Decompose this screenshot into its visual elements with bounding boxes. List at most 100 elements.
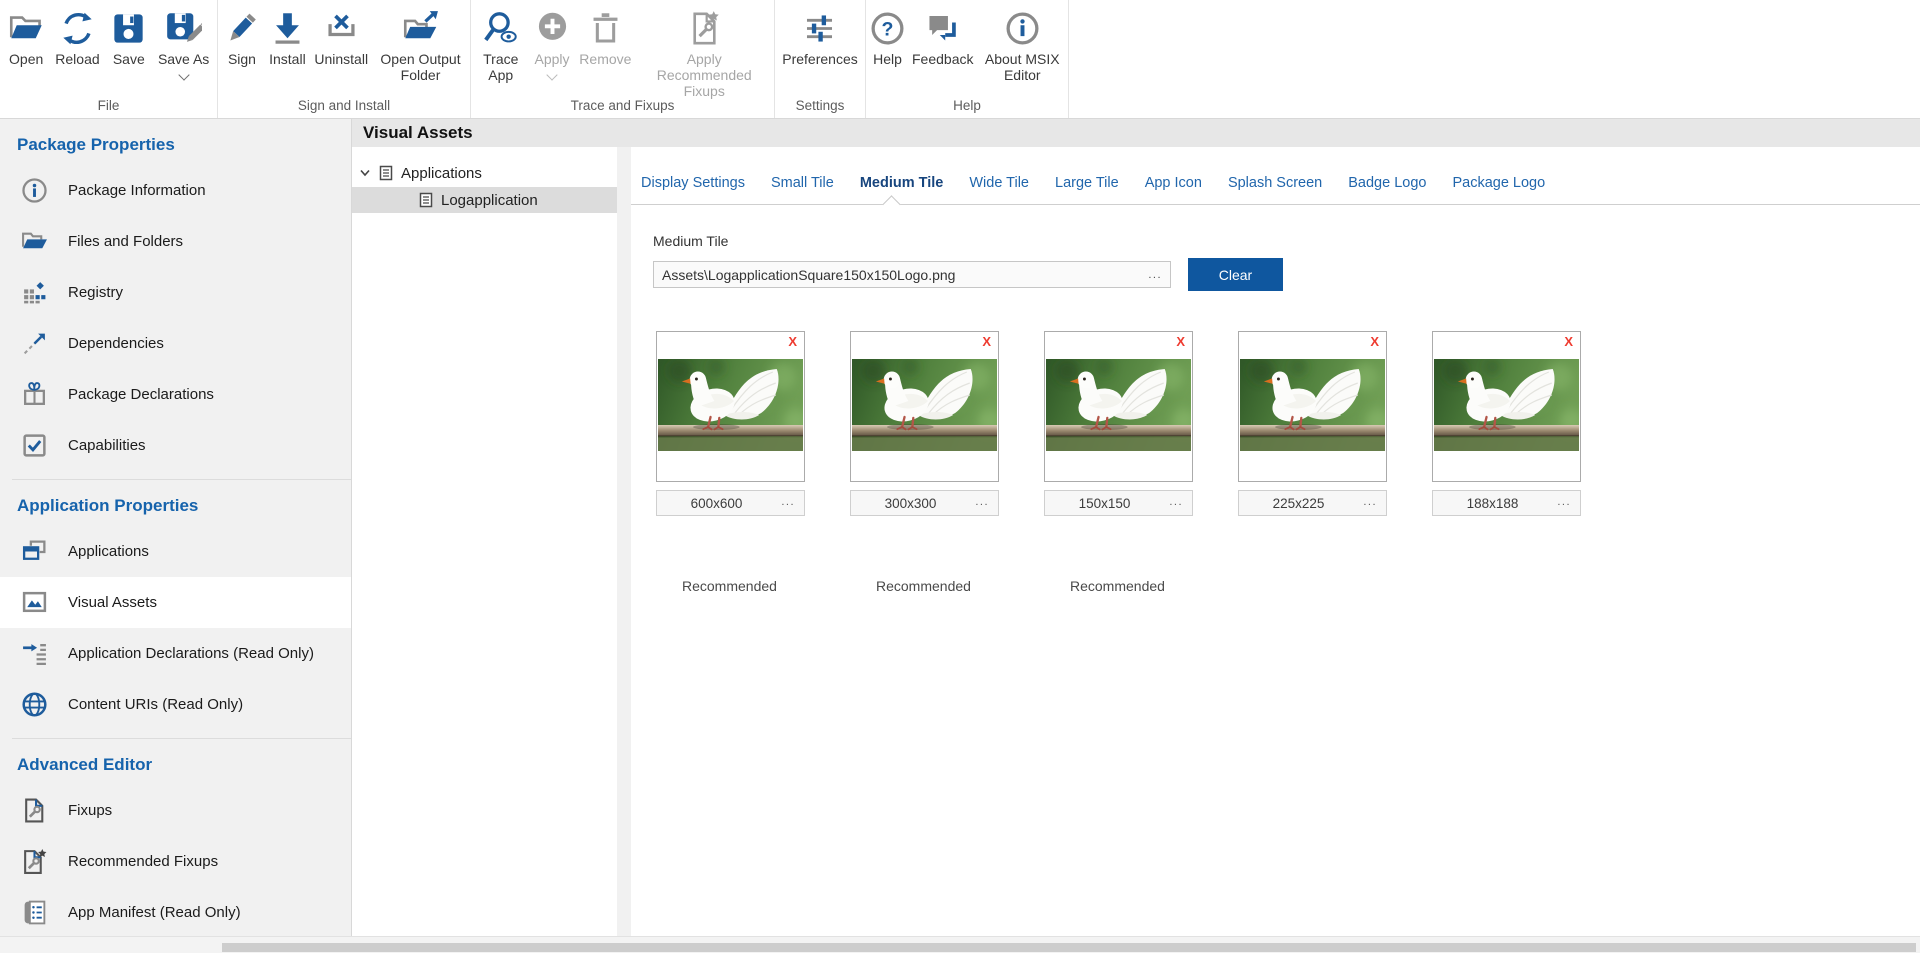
tab-splash-screen[interactable]: Splash Screen: [1228, 175, 1322, 191]
sidebar-item-applications[interactable]: Applications: [0, 526, 351, 577]
tile-browse-button[interactable]: ...: [781, 496, 795, 508]
tile-browse-button[interactable]: ...: [975, 496, 989, 508]
recommended-label: Recommended: [850, 578, 999, 594]
size-box-2[interactable]: 300x300 ...: [850, 490, 999, 516]
sidebar-item-application-declarations[interactable]: Application Declarations (Read Only): [0, 628, 351, 679]
tree-item-logapplication[interactable]: Logapplication: [352, 187, 617, 213]
sidebar-item-content-uris[interactable]: Content URIs (Read Only): [0, 679, 351, 730]
content-uris-icon: [21, 691, 48, 718]
size-box-5[interactable]: 188x188 ...: [1432, 490, 1581, 516]
sidebar-item-label: Content URIs (Read Only): [68, 696, 243, 713]
ribbon-group-label: File: [0, 98, 217, 113]
save-as-button[interactable]: Save As: [155, 5, 212, 81]
tile-browse-button[interactable]: ...: [1363, 496, 1377, 508]
ribbon-button-label: Save: [113, 51, 145, 67]
reload-button[interactable]: Reload: [52, 5, 102, 69]
help-icon: ?: [869, 7, 906, 49]
ribbon-button-label: About MSIX Editor: [979, 51, 1065, 83]
open-output-folder-button[interactable]: Open Output Folder: [374, 5, 468, 85]
save-button[interactable]: Save: [107, 5, 150, 69]
size-box-4[interactable]: 225x225 ...: [1238, 490, 1387, 516]
horizontal-scrollbar-thumb[interactable]: [222, 943, 1916, 952]
sidebar-item-dependencies[interactable]: Dependencies: [0, 318, 351, 369]
sidebar-item-app-manifest[interactable]: App Manifest (Read Only): [0, 887, 351, 937]
tab-badge-logo[interactable]: Badge Logo: [1348, 175, 1426, 191]
ribbon-button-label: Reload: [55, 51, 99, 67]
size-label: 225x225: [1273, 496, 1325, 511]
sidebar-item-label: Package Declarations: [68, 386, 214, 403]
ribbon-button-label: Feedback: [912, 51, 973, 67]
clear-button[interactable]: Clear: [1188, 258, 1283, 291]
recommended-labels: Recommended Recommended Recommended: [656, 578, 1920, 594]
trace-app-button[interactable]: Trace App: [474, 5, 528, 85]
tab-medium-tile[interactable]: Medium Tile: [860, 175, 944, 191]
sidebar-heading-application-properties: Application Properties: [0, 480, 351, 526]
dove-image: [1434, 359, 1579, 451]
tree-item-applications[interactable]: Applications: [352, 160, 617, 186]
asset-path-input[interactable]: Assets\LogapplicationSquare150x150Logo.p…: [653, 261, 1171, 288]
ribbon-button-label: Remove: [579, 51, 631, 67]
tile-browse-button[interactable]: ...: [1557, 496, 1571, 508]
size-box-3[interactable]: 150x150 ...: [1044, 490, 1193, 516]
remove-button[interactable]: Remove: [576, 5, 634, 69]
remove-asset-button[interactable]: X: [1176, 334, 1185, 349]
selected-tab-caret: [882, 195, 900, 213]
tab-display-settings[interactable]: Display Settings: [641, 175, 745, 191]
sidebar-item-label: Applications: [68, 543, 149, 560]
help-button[interactable]: ? Help: [866, 5, 909, 69]
apply-recommended-fixups-button[interactable]: Apply Recommended Fixups: [637, 5, 771, 101]
feedback-button[interactable]: Feedback: [909, 5, 976, 69]
size-box-1[interactable]: 600x600 ...: [656, 490, 805, 516]
tile-previews: X X X X X: [656, 331, 1920, 482]
sidebar-item-files-and-folders[interactable]: Files and Folders: [0, 216, 351, 267]
sidebar-item-recommended-fixups[interactable]: Recommended Fixups: [0, 836, 351, 887]
ribbon-button-label: Install: [269, 51, 306, 67]
sidebar-item-package-information[interactable]: Package Information: [0, 165, 351, 216]
horizontal-scrollbar[interactable]: [0, 936, 1920, 953]
tab-wide-tile[interactable]: Wide Tile: [969, 175, 1029, 191]
sign-button[interactable]: Sign: [220, 5, 263, 69]
tab-small-tile[interactable]: Small Tile: [771, 175, 834, 191]
sidebar-item-fixups[interactable]: Fixups: [0, 785, 351, 836]
apply-recommended-fixups-icon: [686, 7, 723, 49]
ribbon-group-label: Trace and Fixups: [471, 98, 774, 113]
tree-item-label: Logapplication: [441, 192, 538, 209]
asset-path-row: Assets\LogapplicationSquare150x150Logo.p…: [653, 258, 1920, 291]
files-and-folders-icon: [21, 228, 48, 255]
field-label: Medium Tile: [653, 233, 1920, 249]
visual-assets-icon: [21, 589, 48, 616]
navigation-sidebar: Package Properties Package Information F…: [0, 119, 352, 937]
dove-image: [1240, 359, 1385, 451]
sidebar-item-registry[interactable]: Registry: [0, 267, 351, 318]
remove-asset-button[interactable]: X: [1370, 334, 1379, 349]
install-button[interactable]: Install: [266, 5, 309, 69]
chevron-down-icon[interactable]: [359, 167, 371, 179]
recommended-label-empty: [1238, 578, 1387, 594]
sidebar-item-label: Visual Assets: [68, 594, 157, 611]
browse-button[interactable]: ...: [1146, 262, 1164, 287]
tab-package-logo[interactable]: Package Logo: [1452, 175, 1545, 191]
sidebar-item-visual-assets[interactable]: Visual Assets: [0, 577, 351, 628]
application-declarations-icon: [21, 640, 48, 667]
recommended-label: Recommended: [1044, 578, 1193, 594]
tab-app-icon[interactable]: App Icon: [1145, 175, 1202, 191]
remove-asset-button[interactable]: X: [982, 334, 991, 349]
ribbon-button-label: Apply: [535, 51, 570, 67]
capabilities-icon: [21, 432, 48, 459]
sidebar-item-capabilities[interactable]: Capabilities: [0, 420, 351, 471]
apply-icon: [534, 7, 571, 49]
open-button[interactable]: Open: [5, 5, 48, 69]
ribbon-group-label: Settings: [775, 98, 865, 113]
remove-asset-button[interactable]: X: [1564, 334, 1573, 349]
save-as-icon: [165, 7, 202, 49]
size-label: 188x188: [1467, 496, 1519, 511]
apply-button[interactable]: Apply: [531, 5, 574, 81]
remove-asset-button[interactable]: X: [788, 334, 797, 349]
about-msix-editor-button[interactable]: About MSIX Editor: [976, 5, 1068, 85]
uninstall-button[interactable]: Uninstall: [311, 5, 371, 69]
preferences-button[interactable]: Preferences: [779, 5, 860, 69]
tab-large-tile[interactable]: Large Tile: [1055, 175, 1119, 191]
sidebar-item-package-declarations[interactable]: Package Declarations: [0, 369, 351, 420]
recommended-fixups-icon: [21, 848, 48, 875]
tile-browse-button[interactable]: ...: [1169, 496, 1183, 508]
